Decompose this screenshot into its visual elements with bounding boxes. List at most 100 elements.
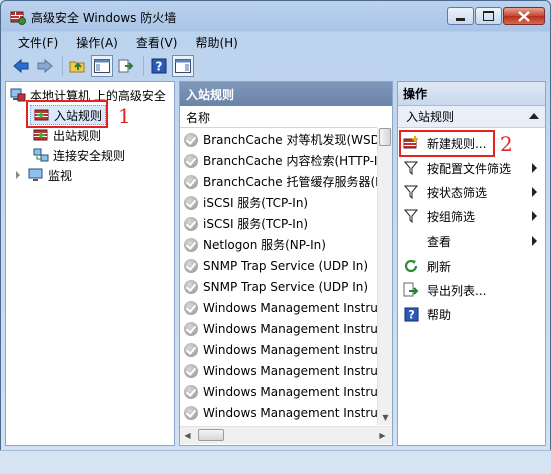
console-tree: 本地计算机 上的高级安全 入站规则 出站规则 连接安全规则 监视 xyxy=(5,81,175,446)
svg-text:?: ? xyxy=(408,308,415,321)
submenu-arrow-icon xyxy=(532,187,537,197)
up-level-button[interactable] xyxy=(67,55,89,77)
action-label: 帮助 xyxy=(427,307,452,322)
menu-file[interactable]: 文件(F) xyxy=(4,34,64,51)
action-filter-by-profile[interactable]: 按配置文件筛选 xyxy=(403,157,543,179)
maximize-button[interactable] xyxy=(475,7,502,25)
submenu-arrow-icon xyxy=(532,163,537,173)
rule-name: Netlogon 服务(NP-In) xyxy=(203,238,326,252)
tree-item-outbound-rules[interactable]: 出站规则 xyxy=(33,125,101,145)
rule-enabled-icon xyxy=(184,174,198,189)
forward-arrow-icon xyxy=(37,58,53,74)
rule-enabled-icon xyxy=(184,195,198,210)
actions-section-header[interactable]: 入站规则 xyxy=(398,106,545,128)
table-row[interactable]: Windows Management Instru xyxy=(184,339,378,360)
action-label: 查看 xyxy=(427,234,452,249)
help-icon: ? xyxy=(403,306,419,322)
action-label: 按状态筛选 xyxy=(427,185,488,200)
scrollbar-thumb[interactable] xyxy=(198,429,224,441)
column-header-name[interactable]: 名称 xyxy=(180,108,377,128)
table-row[interactable]: SNMP Trap Service (UDP In) xyxy=(184,276,378,297)
action-refresh[interactable]: 刷新 xyxy=(403,255,543,277)
scroll-right-icon[interactable]: ▶ xyxy=(375,428,390,443)
filter-icon xyxy=(403,208,419,224)
rule-name: BranchCache 内容检索(HTTP-In xyxy=(203,154,378,168)
collapse-arrow-icon[interactable] xyxy=(529,113,539,119)
close-icon xyxy=(518,10,530,22)
filter-icon xyxy=(403,184,419,200)
rule-name: SNMP Trap Service (UDP In) xyxy=(203,279,369,294)
vertical-scrollbar[interactable]: ▼ xyxy=(377,128,392,425)
rule-enabled-icon xyxy=(184,363,198,378)
rule-name: iSCSI 服务(TCP-In) xyxy=(203,217,309,231)
filter-icon xyxy=(403,160,419,176)
table-row[interactable]: BranchCache 对等机发现(WSD xyxy=(184,129,378,150)
table-row[interactable]: Windows Management Instru xyxy=(184,297,378,318)
rule-enabled-icon xyxy=(184,279,198,294)
annotation-box-2 xyxy=(399,130,495,157)
scrollbar-thumb[interactable] xyxy=(379,128,391,146)
action-label: 刷新 xyxy=(427,259,452,274)
help-button[interactable]: ? xyxy=(148,55,170,77)
rule-name: Windows Management Instru xyxy=(203,405,378,420)
rules-pane: 入站规则 名称 BranchCache 对等机发现(WSD BranchCache… xyxy=(179,81,393,446)
rule-enabled-icon xyxy=(184,321,198,336)
menu-view[interactable]: 查看(V) xyxy=(124,34,184,51)
scroll-left-icon[interactable]: ◀ xyxy=(180,428,195,443)
refresh-icon xyxy=(403,258,419,274)
close-button[interactable] xyxy=(503,7,545,25)
rule-enabled-icon xyxy=(184,384,198,399)
rule-enabled-icon xyxy=(184,405,198,420)
rule-name: Windows Management Instru xyxy=(203,363,378,378)
rule-enabled-icon xyxy=(184,300,198,315)
help-icon: ? xyxy=(151,58,167,74)
table-row[interactable]: iSCSI 服务(TCP-In) xyxy=(184,213,378,234)
rule-name: Windows Management Instru xyxy=(203,384,378,399)
table-row[interactable]: Windows Management Instru xyxy=(184,318,378,339)
rule-enabled-icon xyxy=(184,237,198,252)
table-row[interactable]: Windows Management Instru xyxy=(184,381,378,402)
minimize-icon xyxy=(456,17,465,21)
minimize-button[interactable] xyxy=(447,7,474,25)
table-row[interactable]: Netlogon 服务(NP-In) xyxy=(184,234,378,255)
rules-pane-header: 入站规则 xyxy=(180,82,392,106)
rule-name: Windows Management Instru xyxy=(203,321,378,336)
rule-name: iSCSI 服务(TCP-In) xyxy=(203,196,309,210)
table-row[interactable]: BranchCache 内容检索(HTTP-In xyxy=(184,150,378,171)
firewall-icon xyxy=(10,9,26,25)
toolbar-separator xyxy=(143,56,144,76)
forward-button[interactable] xyxy=(34,55,56,77)
action-view[interactable]: 查看 xyxy=(403,230,543,252)
menu-help[interactable]: 帮助(H) xyxy=(183,34,243,51)
action-filter-by-group[interactable]: 按组筛选 xyxy=(403,205,543,227)
scroll-down-icon[interactable]: ▼ xyxy=(378,410,392,425)
rule-name: Windows Management Instru xyxy=(203,300,378,315)
horizontal-scrollbar[interactable]: ◀ ▶ xyxy=(180,426,392,444)
annotation-box-1 xyxy=(26,100,108,128)
expand-arrow-icon[interactable] xyxy=(16,171,20,179)
table-row[interactable]: iSCSI 服务(TCP-In) xyxy=(184,192,378,213)
show-hide-tree-button[interactable] xyxy=(91,55,113,77)
action-help[interactable]: ? 帮助 xyxy=(403,303,543,325)
export-button[interactable] xyxy=(115,55,137,77)
show-hide-action-pane-button[interactable] xyxy=(172,55,194,77)
rule-enabled-icon xyxy=(184,258,198,273)
show-hide-tree-icon xyxy=(94,59,110,73)
menu-bar: 文件(F) 操作(A) 查看(V) 帮助(H) xyxy=(4,32,547,52)
maximize-icon xyxy=(483,11,494,21)
action-filter-by-state[interactable]: 按状态筛选 xyxy=(403,181,543,203)
tree-item-connection-security-rules[interactable]: 连接安全规则 xyxy=(33,145,125,165)
submenu-arrow-icon xyxy=(532,236,537,246)
show-hide-action-pane-icon xyxy=(175,59,191,73)
rule-name: SNMP Trap Service (UDP In) xyxy=(203,258,369,273)
action-export-list[interactable]: 导出列表... xyxy=(403,279,543,301)
menu-action[interactable]: 操作(A) xyxy=(64,34,124,51)
tree-item-label: 监视 xyxy=(48,168,73,183)
back-button[interactable] xyxy=(10,55,32,77)
table-row[interactable]: SNMP Trap Service (UDP In) xyxy=(184,255,378,276)
table-row[interactable]: Windows Management Instru xyxy=(184,402,378,423)
table-row[interactable]: Windows Management Instru xyxy=(184,360,378,381)
rule-name: Windows Management Instru xyxy=(203,342,378,357)
table-row[interactable]: BranchCache 托管缓存服务器(H xyxy=(184,171,378,192)
tree-item-monitoring[interactable]: 监视 xyxy=(16,165,72,185)
